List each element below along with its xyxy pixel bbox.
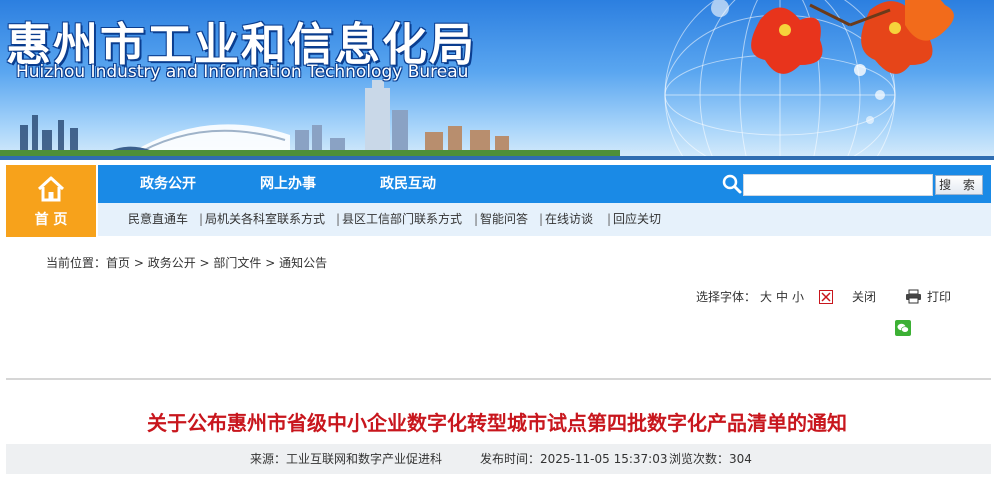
font-size-selector: 选择字体：大中小 (696, 288, 804, 305)
font-size-medium[interactable]: 中 (776, 290, 788, 304)
article-meta: 来源：工业互联网和数字产业促进科 发布时间：2025-11-05 15:37:0… (6, 444, 991, 474)
font-size-small[interactable]: 小 (792, 290, 804, 304)
breadcrumb-item-zhengwu[interactable]: 政务公开 (148, 256, 196, 270)
breadcrumb-separator: > (130, 256, 148, 270)
sub-separator: | (474, 212, 479, 226)
search-button[interactable]: 搜 索 (935, 175, 983, 195)
home-icon (36, 175, 66, 207)
header-banner: 惠州市工业和信息化局 Huizhou Industry and Informat… (0, 0, 994, 160)
close-icon[interactable] (819, 289, 833, 308)
breadcrumb-prefix: 当前位置： (46, 256, 107, 270)
sub-item-wenda[interactable]: 智能问答 (480, 203, 528, 236)
search-input[interactable] (743, 174, 933, 196)
publish-time-label: 发布时间： (480, 452, 541, 466)
views-meta: 浏览次数：304 (669, 444, 752, 474)
font-size-label: 选择字体： (696, 290, 757, 304)
source-value: 工业互联网和数字产业促进科 (286, 452, 443, 466)
close-button[interactable]: 关闭 (852, 288, 876, 305)
home-button[interactable]: 首 页 (6, 165, 96, 237)
home-label: 首 页 (34, 212, 68, 228)
site-title-en: Huizhou Industry and Information Technol… (16, 62, 469, 82)
sub-nav: 民意直通车 | 局机关各科室联系方式 | 县区工信部门联系方式 | 智能问答 |… (98, 203, 991, 236)
views-value: 304 (729, 452, 752, 466)
source-meta: 来源：工业互联网和数字产业促进科 (250, 444, 442, 474)
sub-item-guanqie[interactable]: 回应关切 (613, 203, 661, 236)
font-size-large[interactable]: 大 (760, 290, 772, 304)
breadcrumb: 当前位置：首页 > 政务公开 > 部门文件 > 通知公告 (46, 254, 327, 271)
sub-item-keshi[interactable]: 局机关各科室联系方式 (205, 203, 325, 236)
sub-item-minyi[interactable]: 民意直通车 (128, 203, 188, 236)
source-label: 来源： (250, 452, 287, 466)
breadcrumb-separator: > (195, 256, 214, 270)
print-button[interactable]: 打印 (927, 288, 951, 305)
breadcrumb-item-tongzhi[interactable]: 通知公告 (279, 256, 327, 270)
content-divider (6, 378, 991, 380)
article-title: 关于公布惠州市省级中小企业数字化转型城市试点第四批数字化产品清单的通知 (147, 411, 847, 435)
breadcrumb-item-home[interactable]: 首页 (106, 256, 130, 270)
views-label: 浏览次数： (669, 452, 730, 466)
nav-item-hudong[interactable]: 政民互动 (380, 165, 436, 203)
publish-time-value: 2025-11-05 15:37:03 (540, 452, 668, 466)
search-icon[interactable] (722, 174, 742, 198)
wechat-icon[interactable] (895, 320, 911, 340)
publish-time-meta: 发布时间：2025-11-05 15:37:03 (480, 444, 667, 474)
nav-item-zhengwu[interactable]: 政务公开 (140, 165, 196, 203)
nav-item-banshi[interactable]: 网上办事 (260, 165, 316, 203)
sub-item-fangtan[interactable]: 在线访谈 (545, 203, 593, 236)
breadcrumb-separator: > (261, 256, 280, 270)
breadcrumb-item-bumen[interactable]: 部门文件 (213, 256, 261, 270)
sub-separator: | (336, 212, 341, 226)
sub-separator: | (539, 212, 544, 226)
print-icon[interactable] (905, 289, 922, 308)
sub-separator: | (199, 212, 204, 226)
sub-separator: | (607, 212, 612, 226)
sub-item-xianqu[interactable]: 县区工信部门联系方式 (342, 203, 462, 236)
